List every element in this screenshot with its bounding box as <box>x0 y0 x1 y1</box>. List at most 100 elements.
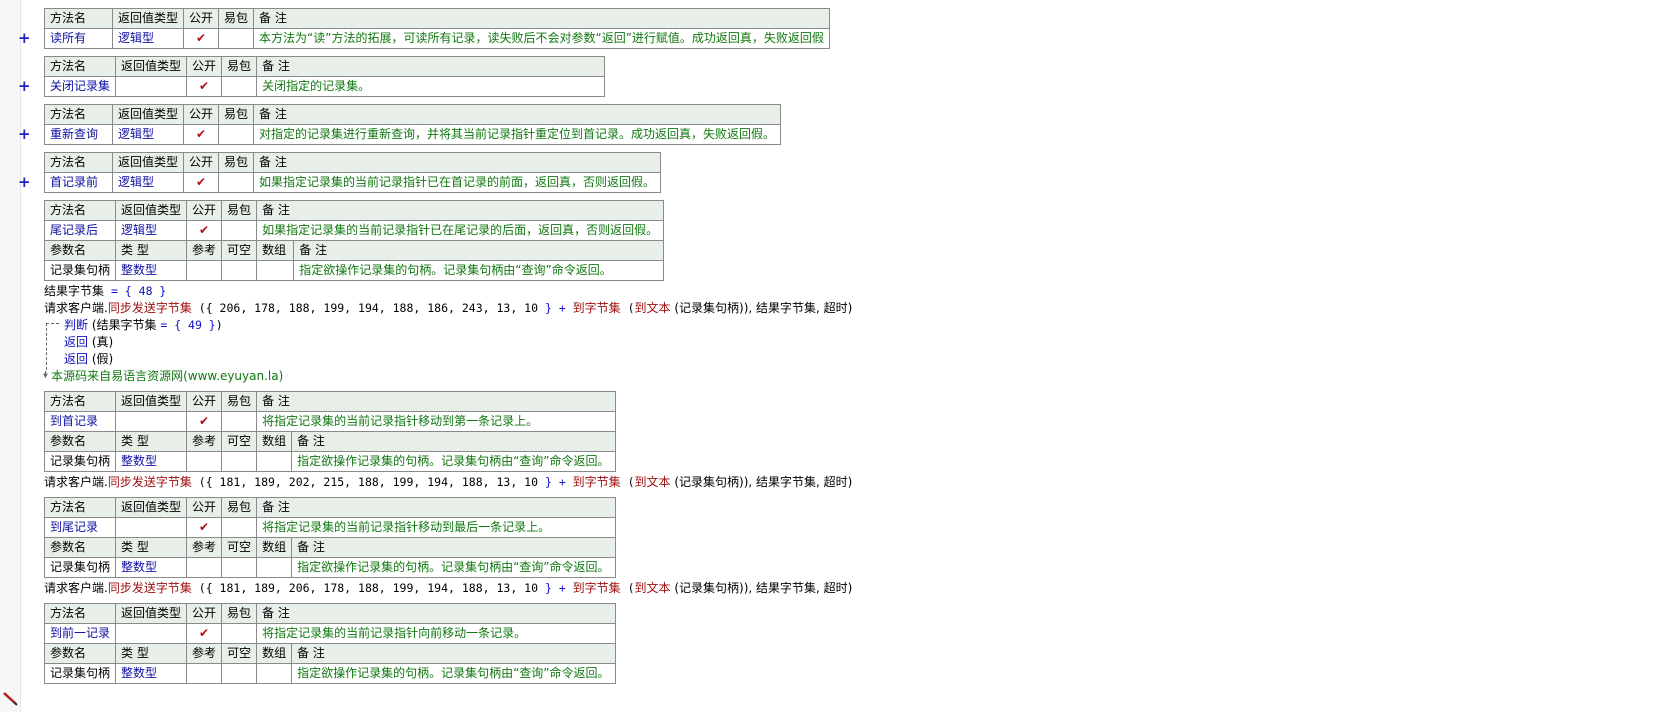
method-name[interactable]: 到前一记录 <box>43 623 117 644</box>
array-cell[interactable] <box>256 663 293 684</box>
code-line-send[interactable]: 请求客户端.同步发送字节集 ({ 181, 189, 206, 178, 188… <box>44 580 852 597</box>
param-note[interactable]: 指定欲操作记录集的句柄。记录集句柄由“查询”命令返回。 <box>293 260 665 281</box>
param-name[interactable]: 记录集句柄 <box>43 260 117 281</box>
easy-package-cell[interactable] <box>221 517 258 538</box>
check-icon[interactable]: ✔ <box>186 623 223 644</box>
method-name[interactable]: 尾记录后 <box>43 220 117 241</box>
method-name[interactable]: 到尾记录 <box>43 517 117 538</box>
check-icon[interactable]: ✔ <box>186 517 223 538</box>
code-line-send[interactable]: 请求客户端.同步发送字节集 ({ 206, 178, 188, 199, 194… <box>44 300 852 317</box>
col-param-name: 参数名 <box>43 240 117 261</box>
method-note[interactable]: 本方法为“读”方法的拓展，可读所有记录，读失败后不会对参数“返回”进行赋值。成功… <box>253 28 830 49</box>
param-name[interactable]: 记录集句柄 <box>43 557 117 578</box>
method-note[interactable]: 关闭指定的记录集。 <box>256 76 606 97</box>
col-return-type: 返回值类型 <box>115 603 188 624</box>
check-icon[interactable]: ✔ <box>186 220 223 241</box>
ref-cell[interactable] <box>186 451 223 472</box>
nullable-cell[interactable] <box>221 663 258 684</box>
method-note[interactable]: 将指定记录集的当前记录指针移动到最后一条记录上。 <box>256 517 616 538</box>
check-icon[interactable]: ✔ <box>183 28 220 49</box>
array-cell[interactable] <box>256 557 293 578</box>
col-return-type: 返回值类型 <box>111 152 185 173</box>
method-name[interactable]: 首记录前 <box>44 172 113 193</box>
easy-package-cell[interactable] <box>221 623 258 644</box>
method-name[interactable]: 重新查询 <box>44 124 113 145</box>
check-icon[interactable]: ✔ <box>186 76 223 97</box>
method-block-close-recordset: + 方法名 返回值类型 公开 易包备 注 关闭记录集 ✔ 关闭指定的记录集。 <box>18 56 852 97</box>
easy-package-cell[interactable] <box>218 172 255 193</box>
col-public: 公开 <box>186 391 223 412</box>
col-param-note: 备 注 <box>291 537 616 558</box>
check-icon[interactable]: ✔ <box>183 172 220 193</box>
code-body-after-last: 结果字节集 = { 48 } 请求客户端.同步发送字节集 ({ 206, 178… <box>43 283 852 385</box>
col-return-type: 返回值类型 <box>115 497 188 518</box>
ref-cell[interactable] <box>186 260 223 281</box>
code-line-judge[interactable]: 判断 (结果字节集 = { 49 }) <box>64 317 852 334</box>
param-type[interactable]: 整数型 <box>115 451 188 472</box>
col-note: 备 注 <box>256 497 616 518</box>
param-note[interactable]: 指定欲操作记录集的句柄。记录集句柄由“查询”命令返回。 <box>291 663 616 684</box>
param-type[interactable]: 整数型 <box>115 260 188 281</box>
method-table: 方法名 返回值类型 公开 易包备 注 首记录前 逻辑型 ✔ 如果指定记录集的当前记录指针已在… <box>44 152 662 193</box>
col-return-type: 返回值类型 <box>115 56 188 77</box>
return-type[interactable]: 逻辑型 <box>111 172 185 193</box>
return-type[interactable]: 逻辑型 <box>111 124 185 145</box>
judge-flow: ▼ 判断 (结果字节集 = { 49 }) 返回 (真) 返回 (假) <box>43 317 852 380</box>
col-ref: 参考 <box>186 537 223 558</box>
method-name[interactable]: 读所有 <box>44 28 113 49</box>
param-type[interactable]: 整数型 <box>115 557 188 578</box>
easy-package-cell[interactable] <box>221 220 258 241</box>
easy-package-cell[interactable] <box>221 411 258 432</box>
col-easy-package: 易包 <box>218 104 255 125</box>
easy-package-cell[interactable] <box>221 76 258 97</box>
return-type[interactable]: 逻辑型 <box>115 220 188 241</box>
code-line-return-false[interactable]: 返回 (假) <box>64 351 852 368</box>
expand-icon[interactable]: + <box>18 175 31 190</box>
return-type[interactable] <box>115 411 188 432</box>
easy-package-cell[interactable] <box>218 124 255 145</box>
array-cell[interactable] <box>256 451 293 472</box>
expand-icon[interactable]: + <box>18 127 31 142</box>
col-note: 备 注 <box>256 56 606 77</box>
param-note[interactable]: 指定欲操作记录集的句柄。记录集句柄由“查询”命令返回。 <box>291 557 616 578</box>
return-type[interactable] <box>115 76 188 97</box>
method-table: 方法名 返回值类型 公开 易包备 注 到首记录 ✔ 将指定记录集的当前记录指针移动到第一条… <box>43 391 616 472</box>
ref-cell[interactable] <box>186 557 223 578</box>
method-note[interactable]: 对指定的记录集进行重新查询，并将其当前记录指针重定位到首记录。成功返回真，失败返… <box>253 124 782 145</box>
nullable-cell[interactable] <box>221 557 258 578</box>
col-return-type: 返回值类型 <box>111 8 185 29</box>
col-param-note: 备 注 <box>291 431 616 452</box>
array-cell[interactable] <box>256 260 295 281</box>
method-name[interactable]: 关闭记录集 <box>43 76 117 97</box>
col-note: 备 注 <box>253 8 830 29</box>
code-line-assign[interactable]: 结果字节集 = { 48 } <box>44 283 852 300</box>
method-block-read-all: + 方法名 返回值类型 公开 易包备 注 读所有 逻辑型 ✔ 本方法为“读”方法的拓展，可读… <box>18 8 852 49</box>
method-note[interactable]: 将指定记录集的当前记录指针向前移动一条记录。 <box>256 623 616 644</box>
easy-package-cell[interactable] <box>218 28 255 49</box>
param-name[interactable]: 记录集句柄 <box>43 451 117 472</box>
method-name[interactable]: 到首记录 <box>43 411 117 432</box>
ref-cell[interactable] <box>186 663 223 684</box>
return-type[interactable] <box>115 517 188 538</box>
nullable-cell[interactable] <box>221 451 258 472</box>
return-type[interactable] <box>115 623 188 644</box>
code-line-return-true[interactable]: 返回 (真) <box>64 334 852 351</box>
param-name[interactable]: 记录集句柄 <box>43 663 117 684</box>
code-body-to-first: 请求客户端.同步发送字节集 ({ 181, 189, 202, 215, 188… <box>44 474 852 491</box>
check-icon[interactable]: ✔ <box>183 124 220 145</box>
method-note[interactable]: 如果指定记录集的当前记录指针已在尾记录的后面，返回真，否则返回假。 <box>256 220 665 241</box>
code-line-comment[interactable]: ' 本源码来自易语言资源网(www.eyuyan.la) <box>44 368 852 385</box>
param-note[interactable]: 指定欲操作记录集的句柄。记录集句柄由“查询”命令返回。 <box>291 451 616 472</box>
col-method-name: 方法名 <box>43 391 117 412</box>
check-icon[interactable]: ✔ <box>186 411 223 432</box>
expand-icon[interactable]: + <box>18 79 31 94</box>
code-line-send[interactable]: 请求客户端.同步发送字节集 ({ 181, 189, 202, 215, 188… <box>44 474 852 491</box>
nullable-cell[interactable] <box>221 260 258 281</box>
method-note[interactable]: 如果指定记录集的当前记录指针已在首记录的前面，返回真，否则返回假。 <box>253 172 662 193</box>
flow-line <box>46 323 59 370</box>
expand-icon[interactable]: + <box>18 31 31 46</box>
return-type[interactable]: 逻辑型 <box>111 28 185 49</box>
col-param-type: 类 型 <box>115 431 188 452</box>
method-note[interactable]: 将指定记录集的当前记录指针移动到第一条记录上。 <box>256 411 616 432</box>
param-type[interactable]: 整数型 <box>115 663 188 684</box>
